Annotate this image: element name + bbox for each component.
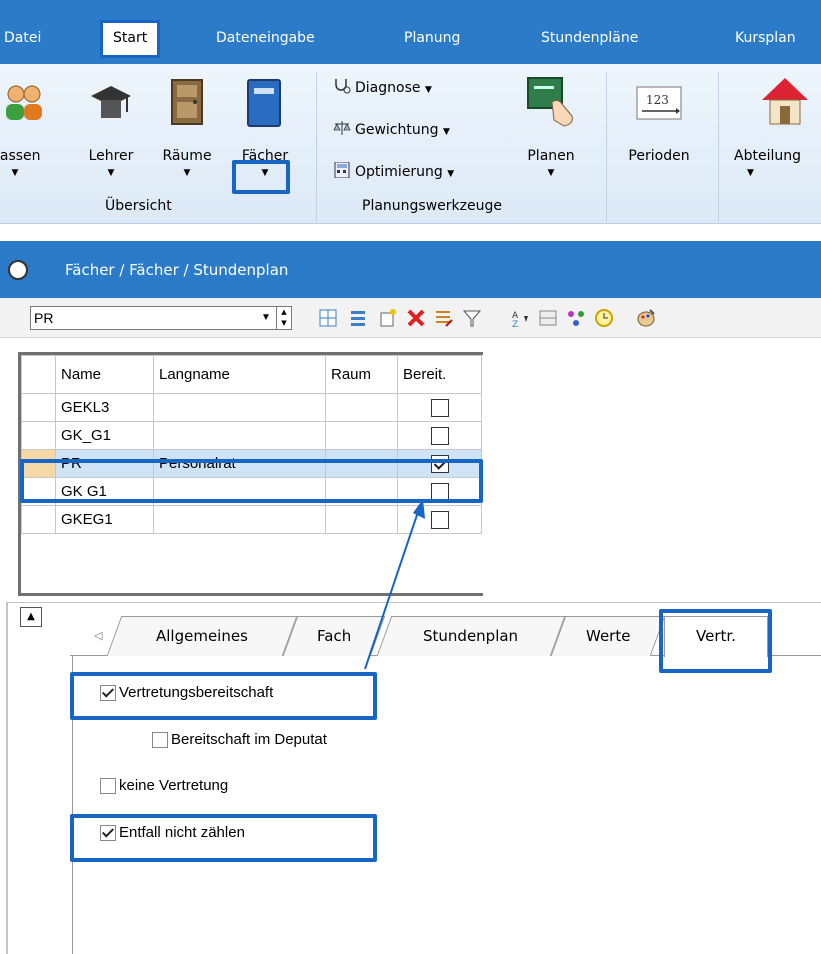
chevron-down-icon: ▼ — [11, 168, 19, 178]
tab-allgemeines[interactable]: Allgemeines — [106, 616, 298, 656]
window-title: Fächer / Fächer / Stundenplan — [65, 261, 289, 279]
diagnose-button[interactable]: Diagnose ▼ — [333, 78, 432, 96]
stethoscope-icon — [335, 79, 351, 94]
bereit-checkbox[interactable] — [430, 426, 449, 445]
house-icon — [762, 78, 808, 125]
tab-dateneingabe[interactable]: Dateneingabe — [216, 24, 315, 52]
chevron-down-icon: ▼ — [261, 168, 269, 178]
toolbar: PR ▼ ▲ ▼ AZ — [0, 298, 821, 338]
annotation-arrow — [364, 499, 425, 670]
window-title-bar: Fächer / Fächer / Stundenplan — [0, 241, 821, 298]
row-header[interactable] — [21, 421, 56, 450]
subject-select[interactable]: PR ▼ — [30, 306, 278, 330]
grid-icon[interactable] — [318, 308, 338, 328]
table-row-selected[interactable]: PR Personalrat — [21, 449, 482, 478]
row-header-corner — [21, 355, 56, 394]
number-line-icon: 123 — [636, 86, 682, 120]
book-icon — [247, 79, 281, 127]
bereit-checkbox[interactable] — [430, 454, 449, 473]
klassen-button[interactable]: lassen ▼ — [0, 74, 60, 194]
tab-stundenplaene[interactable]: Stundenpläne — [541, 24, 638, 52]
tab-kursplanung[interactable]: Kursplan — [735, 24, 796, 52]
tab-planung[interactable]: Planung — [404, 24, 460, 52]
lehrer-button[interactable]: Lehrer ▼ — [78, 74, 144, 194]
entfall-nicht-zaehlen-checkbox[interactable] — [100, 825, 116, 842]
planen-button[interactable]: Planen ▼ — [510, 74, 592, 194]
tab-datei[interactable]: Datei — [4, 24, 41, 52]
chevron-down-icon: ▼ — [107, 168, 115, 178]
row-header[interactable] — [21, 449, 56, 478]
abteilung-button[interactable]: Abteilung ▼ — [730, 74, 821, 194]
clock-icon[interactable] — [594, 308, 614, 328]
ribbon-separator — [316, 72, 317, 222]
calculator-icon — [334, 162, 350, 178]
vertretungsbereitschaft-option[interactable]: Vertretungsbereitschaft — [100, 684, 273, 702]
entfall-nicht-zaehlen-option[interactable]: Entfall nicht zählen — [100, 824, 245, 842]
chevron-down-icon[interactable]: ▼ — [255, 307, 277, 329]
chevron-down-icon: ▼ — [747, 168, 754, 178]
row-header[interactable] — [21, 477, 56, 506]
gewichtung-button[interactable]: Gewichtung ▼ — [333, 120, 450, 138]
bereitschaft-im-deputat-option[interactable]: Bereitschaft im Deputat — [152, 731, 327, 749]
board-hand-icon — [527, 77, 573, 127]
detail-tab-strip: Allgemeines Fach Stundenplan Werte Vertr… — [70, 616, 821, 657]
graduation-cap-icon — [91, 86, 131, 118]
ribbon-separator — [606, 72, 607, 222]
people-icon — [6, 85, 42, 120]
palette-icon[interactable] — [636, 308, 656, 328]
chevron-down-icon: ▼ — [424, 85, 432, 95]
optimierung-button[interactable]: Optimierung ▼ — [333, 162, 454, 180]
sort-az-icon[interactable]: AZ — [510, 308, 530, 328]
filter-icon[interactable] — [462, 308, 482, 328]
door-icon — [171, 79, 203, 125]
table-row[interactable]: GEKL3 — [21, 393, 482, 422]
chevron-down-icon: ▼ — [547, 168, 555, 178]
row-header[interactable] — [21, 505, 56, 534]
list-icon[interactable] — [348, 308, 368, 328]
tab-vertr[interactable]: Vertr. — [664, 616, 768, 657]
panel-border — [72, 656, 73, 954]
group-label-planungswerkzeuge: Planungswerkzeuge — [362, 198, 502, 214]
table-icon[interactable] — [538, 308, 558, 328]
faecher-button[interactable]: Fächer ▼ — [232, 74, 298, 194]
ribbon: lassen ▼ Lehrer ▼ Räume ▼ Fächer ▼ Diagn… — [0, 64, 821, 224]
edit-list-icon[interactable] — [434, 308, 454, 328]
chevron-down-icon: ▼ — [183, 168, 191, 178]
clock-icon — [8, 260, 28, 280]
bereit-checkbox[interactable] — [430, 398, 449, 417]
column-header-name[interactable]: Name — [55, 355, 154, 394]
table-row[interactable]: GK_G1 — [21, 421, 482, 450]
row-header[interactable] — [21, 393, 56, 422]
record-spinner[interactable]: ▲ ▼ — [276, 306, 292, 330]
column-header-bereit[interactable]: Bereit. — [397, 355, 482, 394]
column-header-langname[interactable]: Langname — [153, 355, 326, 394]
new-record-icon[interactable] — [378, 308, 398, 328]
chevron-down-icon: ▼ — [447, 169, 455, 179]
delete-icon[interactable] — [406, 308, 426, 328]
vertretungsbereitschaft-checkbox[interactable] — [100, 685, 116, 702]
svg-text:Z: Z — [512, 320, 518, 328]
column-header-raum[interactable]: Raum — [325, 355, 398, 394]
keine-vertretung-checkbox[interactable] — [100, 778, 116, 795]
tab-start[interactable]: Start — [100, 20, 161, 58]
tab-werte[interactable]: Werte — [550, 616, 666, 656]
keine-vertretung-option[interactable]: keine Vertretung — [100, 777, 228, 795]
ribbon-separator — [718, 72, 719, 222]
scales-icon — [333, 121, 351, 135]
raeume-button[interactable]: Räume ▼ — [154, 74, 220, 194]
ribbon-tab-bar: Datei Start Dateneingabe Planung Stunden… — [0, 0, 821, 64]
collapse-panel-button[interactable]: ▲ — [20, 607, 42, 627]
chevron-down-icon: ▼ — [442, 127, 450, 137]
svg-text:123: 123 — [646, 93, 669, 107]
group-label-uebersicht: Übersicht — [105, 198, 172, 214]
relations-icon[interactable] — [566, 308, 586, 328]
bereitschaft-im-deputat-checkbox[interactable] — [152, 732, 168, 749]
